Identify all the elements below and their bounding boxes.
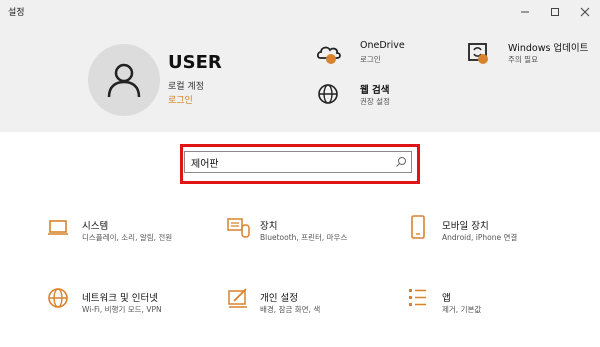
minimize-icon: [521, 11, 529, 13]
windows-update-desc: 주의 필요: [508, 55, 538, 64]
title-bar: 설정: [0, 0, 600, 24]
account-name: USER: [168, 52, 222, 73]
maximize-button[interactable]: [540, 0, 570, 24]
category-desc: Bluetooth, 프린터, 마우스: [260, 233, 348, 242]
onedrive-desc: 로그인: [360, 55, 381, 64]
search-icon: [396, 157, 406, 167]
avatar[interactable]: [88, 44, 160, 116]
user-icon: [107, 63, 141, 98]
category-title: 모바일 장치: [442, 221, 489, 232]
laptop-icon: [46, 216, 70, 240]
category-title: 장치: [260, 221, 278, 232]
search-value: 제어판: [191, 159, 219, 170]
maximize-icon: [551, 8, 559, 16]
status-dot: [326, 54, 336, 64]
category-title: 시스템: [82, 221, 109, 232]
close-button[interactable]: [570, 0, 600, 24]
category-desc: 제거, 기본값: [442, 305, 482, 314]
onedrive-title: OneDrive: [360, 40, 405, 51]
keyboard-icon: [226, 216, 250, 240]
category-title: 개인 설정: [260, 293, 298, 304]
windows-update-title: Windows 업데이트: [508, 43, 589, 54]
phone-icon: [406, 214, 430, 239]
category-title: 앱: [442, 293, 451, 304]
web-search-title: 웹 검색: [360, 85, 390, 96]
app-list-icon: [406, 286, 430, 310]
category-desc: Android, iPhone 연결: [442, 233, 518, 242]
category-desc: 배경, 잠금 화면, 색: [260, 305, 321, 314]
globe-icon: [316, 82, 342, 108]
close-icon: [580, 7, 590, 17]
minimize-button[interactable]: [510, 0, 540, 24]
signin-link[interactable]: 로그인: [168, 93, 193, 106]
category-desc: Wi-Fi, 비행기 모드, VPN: [82, 305, 162, 314]
web-search-desc: 권장 설정: [360, 97, 390, 106]
account-type: 로컬 계정: [168, 82, 204, 92]
globe-icon: [46, 286, 70, 310]
warning-dot: [478, 54, 488, 64]
category-title: 네트워크 및 인터넷: [82, 293, 158, 304]
window-title: 설정: [8, 8, 25, 18]
category-desc: 디스플레이, 소리, 알림, 전원: [82, 233, 173, 242]
search-input[interactable]: 제어판: [184, 151, 412, 173]
paintbrush-icon: [226, 286, 250, 310]
